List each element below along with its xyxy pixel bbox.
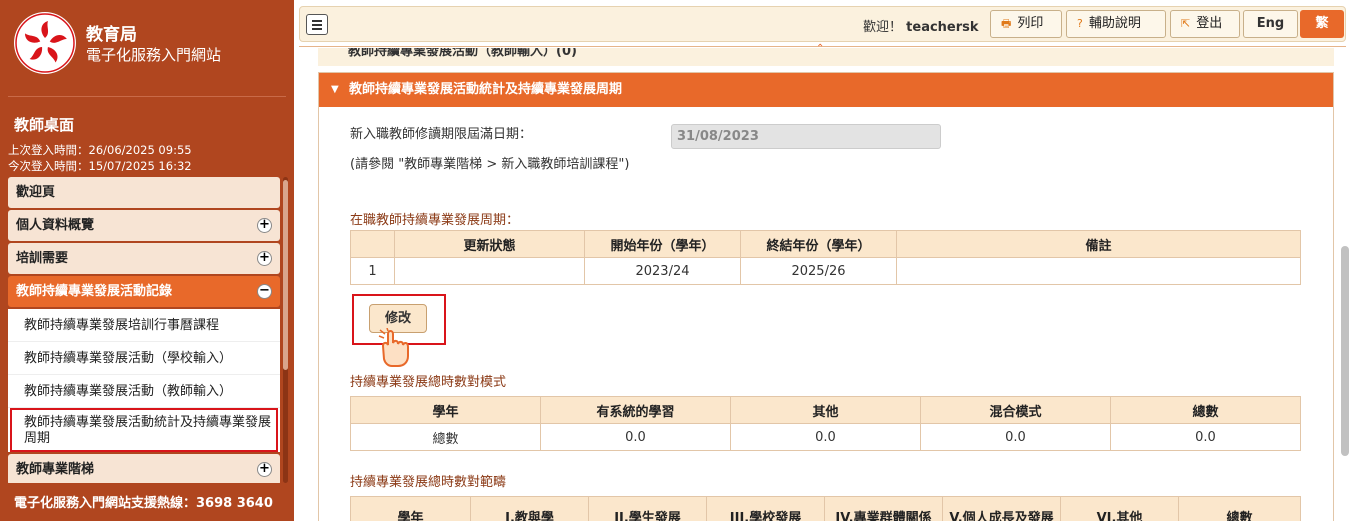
table-cell: 1	[350, 257, 395, 285]
column-header: VI.其他	[1060, 496, 1179, 521]
collapse-icon[interactable]: −	[257, 284, 272, 299]
brand-subtitle: 電子化服務入門網站	[86, 46, 222, 64]
caret-down-icon: ▼	[331, 84, 339, 95]
column-header: 總數	[1178, 496, 1301, 521]
column-header	[350, 230, 395, 258]
column-header: 學年	[350, 496, 471, 521]
welcome-text: 歡迎！ teachersk	[863, 16, 979, 35]
panel-title: 教師持續專業發展活動統計及持續專業發展周期	[349, 82, 623, 97]
cycle-section-title: 在職教師持續專業發展周期：	[350, 213, 520, 228]
help-button[interactable]: ? 輔助說明	[1066, 10, 1166, 38]
column-header: III.學校發展	[706, 496, 825, 521]
brand-title: 教育局	[86, 25, 137, 45]
prev-section-header[interactable]: 教師持續專業發展活動（教師輸入）(0)	[318, 48, 1334, 66]
submenu-item-teacher-input[interactable]: 教師持續專業發展活動（教師輸入）	[8, 375, 280, 408]
column-header: I.教與學	[470, 496, 589, 521]
sidebar-menu: 歡迎頁 個人資料概覽 + 培訓需要 + 教師持續專業發展活動記錄 − 教師持續專…	[8, 177, 280, 483]
expand-icon[interactable]: +	[257, 218, 272, 233]
column-header: 備註	[896, 230, 1301, 258]
main-scroll-thumb[interactable]	[1341, 246, 1349, 456]
column-header: 總數	[1110, 396, 1301, 424]
hksar-emblem-icon	[14, 12, 76, 74]
menu-item-profile[interactable]: 個人資料概覽 +	[8, 210, 280, 241]
sidebar-divider	[8, 96, 286, 97]
domain-section-title: 持續專業發展總時數對範疇	[350, 475, 507, 490]
refer-note: (請參閱 "教師專業階梯 > 新入職教師培訓課程")	[350, 157, 630, 172]
table-cell	[896, 257, 1301, 285]
mode-table: 學年 有系統的學習 其他 混合模式 總數 總數 0.0 0.0 0.0 0.0	[350, 396, 1301, 451]
table-cell: 0.0	[540, 423, 731, 451]
lang-traditional-chinese-button[interactable]: 繁	[1300, 10, 1344, 38]
table-header-row: 更新狀態 開始年份（學年） 終結年份（學年） 備註	[350, 230, 1301, 258]
support-hotline: 電子化服務入門網站支援熱線：3698 3640	[14, 496, 273, 511]
table-cell: 2025/26	[740, 257, 897, 285]
menu-item-label: 培訓需要	[16, 251, 69, 266]
main-scrollbar[interactable]	[1339, 48, 1352, 521]
column-header: 有系統的學習	[540, 396, 731, 424]
column-header: 更新狀態	[394, 230, 585, 258]
help-label: 輔助說明	[1088, 16, 1141, 31]
print-button[interactable]: 🖶 列印	[990, 10, 1062, 38]
column-header: II.學生發展	[588, 496, 707, 521]
pointing-hand-icon	[378, 328, 409, 367]
lang-english-button[interactable]: Eng	[1243, 10, 1298, 38]
statistics-panel: ▼ 教師持續專業發展活動統計及持續專業發展周期 新入職教師修讀期限屆滿日期： 3…	[318, 72, 1334, 521]
printer-icon: 🖶	[1001, 17, 1012, 30]
column-header: V.個人成長及發展	[942, 496, 1061, 521]
menu-item-training-needs[interactable]: 培訓需要 +	[8, 243, 280, 274]
column-header: 終結年份（學年）	[740, 230, 897, 258]
top-bar: 歡迎！ teachersk 🖶 列印 ? 輔助說明 ⇱ 登出 Eng 繁	[299, 6, 1346, 42]
menu-item-label: 教師專業階梯	[16, 462, 95, 477]
table-cell: 0.0	[920, 423, 1111, 451]
column-header: IV.專業群體關係	[824, 496, 943, 521]
logout-label: 登出	[1196, 16, 1223, 31]
column-header: 其他	[730, 396, 921, 424]
desk-title: 教師桌面	[14, 116, 75, 134]
menu-item-label: 個人資料概覽	[16, 218, 95, 233]
cycle-table: 更新狀態 開始年份（學年） 終結年份（學年） 備註 1 2023/24 2025…	[350, 230, 1301, 285]
sidebar-scroll-thumb[interactable]	[283, 180, 288, 370]
question-icon: ?	[1077, 17, 1083, 30]
domain-table: 學年 I.教與學 II.學生發展 III.學校發展 IV.專業群體關係 V.個人…	[350, 496, 1301, 521]
column-header: 混合模式	[920, 396, 1111, 424]
menu-item-label: 教師持續專業發展活動記錄	[16, 284, 173, 299]
table-row: 1 2023/24 2025/26	[350, 257, 1301, 285]
logout-icon: ⇱	[1181, 17, 1191, 30]
table-header-row: 學年 有系統的學習 其他 混合模式 總數	[350, 396, 1301, 424]
print-label: 列印	[1017, 16, 1044, 31]
sidebar: 教育局 電子化服務入門網站 教師桌面 上次登入時間：26/06/2025 09:…	[0, 0, 294, 521]
logo-area[interactable]: 教育局 電子化服務入門網站	[0, 0, 294, 86]
table-cell	[394, 257, 585, 285]
submenu-item-school-input[interactable]: 教師持續專業發展活動（學校輸入）	[8, 342, 280, 375]
new-teacher-deadline-field: 31/08/2023	[671, 124, 941, 149]
expand-icon[interactable]: +	[257, 462, 272, 477]
menu-item-career-ladder[interactable]: 教師專業階梯 +	[8, 454, 280, 483]
table-cell: 0.0	[730, 423, 921, 451]
panel-header[interactable]: ▼ 教師持續專業發展活動統計及持續專業發展周期	[319, 73, 1333, 107]
menu-item-welcome[interactable]: 歡迎頁	[8, 177, 280, 208]
logout-button[interactable]: ⇱ 登出	[1170, 10, 1240, 38]
last-login-time: 上次登入時間：26/06/2025 09:55	[8, 143, 192, 157]
submenu-item-calendar[interactable]: 教師持續專業發展培訓行事曆課程	[8, 309, 280, 342]
column-header: 開始年份（學年）	[584, 230, 741, 258]
menu-item-cpd-records[interactable]: 教師持續專業發展活動記錄 −	[8, 276, 280, 307]
table-cell: 總數	[350, 423, 541, 451]
username: teachersk	[906, 20, 979, 35]
expand-icon[interactable]: +	[257, 251, 272, 266]
this-login-time: 今次登入時間：15/07/2025 16:32	[8, 159, 192, 173]
submenu-item-statistics[interactable]: 教師持續專業發展活動統計及持續專業發展周期	[10, 408, 278, 452]
welcome-prefix: 歡迎！	[863, 20, 903, 35]
table-cell: 2023/24	[584, 257, 741, 285]
mode-section-title: 持續專業發展總時數對模式	[350, 375, 507, 390]
main-content: 教師持續專業發展活動（教師輸入）(0) ▼ 教師持續專業發展活動統計及持續專業發…	[300, 48, 1336, 521]
table-header-row: 學年 I.教與學 II.學生發展 III.學校發展 IV.專業群體關係 V.個人…	[350, 496, 1301, 521]
cpd-submenu: 教師持續專業發展培訓行事曆課程 教師持續專業發展活動（學校輸入） 教師持續專業發…	[8, 309, 280, 452]
menu-toggle-button[interactable]	[306, 14, 328, 35]
prev-section-title: 教師持續專業發展活動（教師輸入）(0)	[348, 48, 577, 59]
table-cell: 0.0	[1110, 423, 1301, 451]
menu-item-label: 歡迎頁	[16, 185, 56, 200]
new-teacher-deadline-label: 新入職教師修讀期限屆滿日期：	[350, 127, 533, 142]
table-row: 總數 0.0 0.0 0.0 0.0	[350, 423, 1301, 451]
column-header: 學年	[350, 396, 541, 424]
